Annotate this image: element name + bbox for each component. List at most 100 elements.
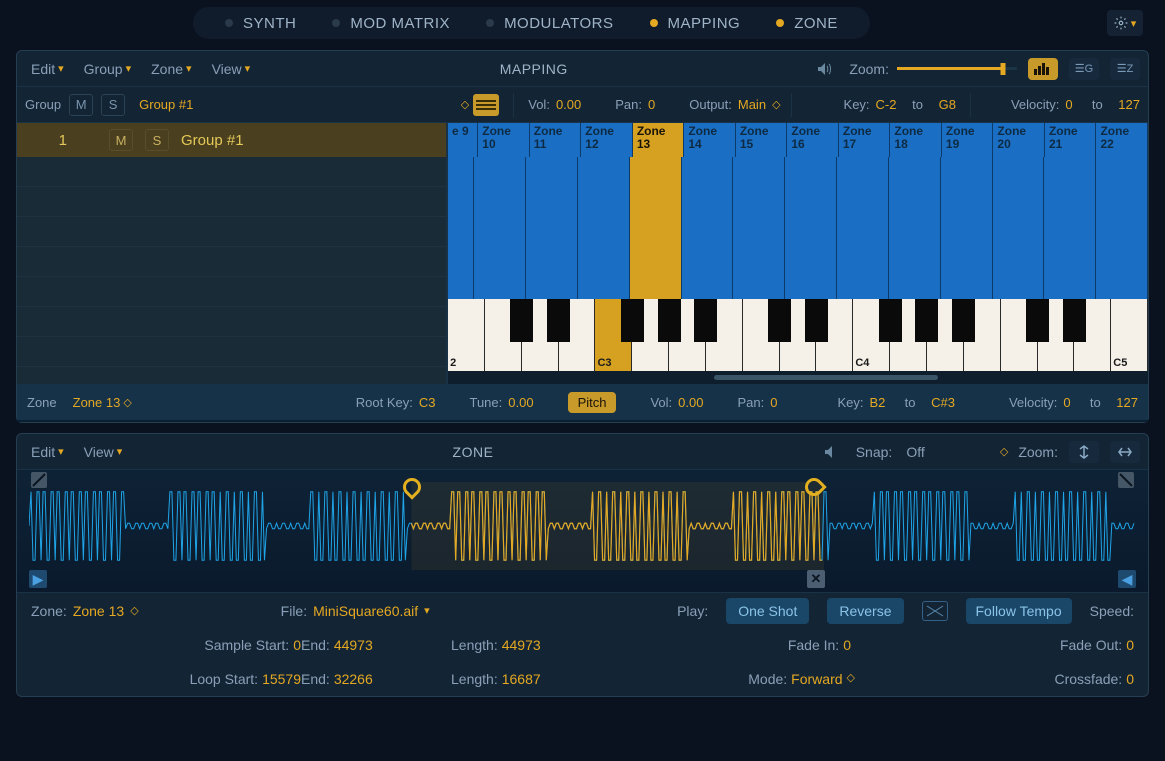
snap-value[interactable]: Off ◇ (900, 441, 1010, 463)
zone-header-9[interactable]: e 9 (448, 123, 478, 157)
keyboard[interactable]: 2C3C4C5 (448, 299, 1148, 371)
view-mode-group-list[interactable]: ☰G (1069, 58, 1099, 80)
zone-header-16[interactable]: Zone16 (787, 123, 839, 157)
group-solo-button[interactable]: S (101, 94, 125, 116)
loop-end-x-handle[interactable]: ✕ (807, 570, 825, 588)
mapping-group-menu[interactable]: Group ▾ (78, 58, 137, 80)
loop-start[interactable]: 15579 (262, 671, 301, 687)
main-tabs: SYNTH MOD MATRIX MODULATORS MAPPING ZONE (193, 7, 870, 39)
play-label: Play: (677, 603, 708, 619)
sample-start-handle[interactable]: ▶ (29, 570, 47, 588)
file-field[interactable]: File: MiniSquare60.aif ▾ (281, 603, 430, 619)
zone-header-10[interactable]: Zone10 (478, 123, 530, 157)
loop-params-row: Loop Start:15579 End: 32266 Length: 1668… (17, 662, 1148, 696)
zone-header-22[interactable]: Zone22 (1096, 123, 1148, 157)
top-bar: SYNTH MOD MATRIX MODULATORS MAPPING ZONE… (0, 0, 1165, 46)
sample-length[interactable]: 44973 (502, 637, 541, 653)
reverse-button[interactable]: Reverse (827, 598, 903, 624)
pitch-button[interactable]: Pitch (568, 392, 617, 413)
zone-param-bar: Zone Zone 13 ◇ Root Key: C3 Tune: 0.00 P… (17, 384, 1148, 422)
sample-end-handle[interactable]: ◀ (1118, 570, 1136, 588)
group-mute-button[interactable]: M (69, 94, 93, 116)
row-mute[interactable]: M (109, 129, 133, 151)
zone-pan[interactable]: Pan: 0 (737, 395, 777, 410)
row-solo[interactable]: S (145, 129, 169, 151)
zone-view-menu[interactable]: View ▾ (78, 441, 129, 463)
group-list: 1 M S Group #1 (17, 123, 446, 384)
zone-header-14[interactable]: Zone14 (684, 123, 736, 157)
zone-audition-icon[interactable] (818, 440, 848, 464)
zone-header-18[interactable]: Zone18 (890, 123, 942, 157)
zone-header-20[interactable]: Zone20 (993, 123, 1045, 157)
tab-synth[interactable]: SYNTH (207, 15, 314, 32)
zone-field[interactable]: Zone: Zone 13 ◇ (31, 603, 135, 619)
keyboard-scrollbar[interactable] (448, 371, 1148, 384)
fade-in[interactable]: 0 (843, 637, 851, 653)
mapping-view-menu[interactable]: View ▾ (206, 58, 257, 80)
list-view-toggle[interactable] (473, 94, 499, 116)
zone-header-19[interactable]: Zone19 (942, 123, 994, 157)
sample-end[interactable]: 44973 (334, 637, 373, 653)
zone-select[interactable]: Zone 13 ◇ (67, 392, 134, 413)
tune[interactable]: Tune: 0.00 (469, 395, 533, 410)
zone-header-12[interactable]: Zone12 (581, 123, 633, 157)
mapping-menubar: Edit ▾ Group ▾ Zone ▾ View ▾ MAPPING Zoo… (17, 51, 1148, 87)
group-velocity-range[interactable]: Velocity: 0 to 127 (1011, 97, 1140, 112)
fade-out[interactable]: 0 (1126, 637, 1134, 653)
zone-map[interactable]: e 9Zone10Zone11Zone12Zone13Zone14Zone15Z… (446, 123, 1148, 384)
zoom-vertical-icon[interactable] (1069, 441, 1099, 463)
one-shot-button[interactable]: One Shot (726, 598, 809, 624)
speed-label: Speed: (1090, 603, 1134, 619)
zone-header-21[interactable]: Zone21 (1045, 123, 1097, 157)
zone-edit-menu[interactable]: Edit ▾ (25, 441, 70, 463)
mapping-zoom-slider[interactable] (897, 67, 1017, 70)
group-param-bar: Group M S Group #1 ◇ Vol: 0.00 Pan: 0 Ou… (17, 87, 1148, 123)
settings-button[interactable]: ▾ (1107, 10, 1143, 36)
follow-tempo-button[interactable]: Follow Tempo (966, 598, 1072, 624)
mapping-panel: Edit ▾ Group ▾ Zone ▾ View ▾ MAPPING Zoo… (16, 50, 1149, 423)
zone-panel: Edit ▾ View ▾ ZONE Snap: Off ◇ Zoom: ▶ ✕… (16, 433, 1149, 697)
loop-length[interactable]: 16687 (502, 671, 541, 687)
waveform-display[interactable]: ▶ ✕ ◀ (17, 470, 1148, 592)
zone-vol[interactable]: Vol: 0.00 (650, 395, 703, 410)
view-mode-keymap[interactable] (1028, 58, 1058, 80)
group-key-range[interactable]: Key: C-2 to G8 (844, 97, 956, 112)
stepper-icon[interactable]: ◇ (461, 98, 465, 111)
group-vol[interactable]: Vol: 0.00 (528, 97, 581, 112)
row-group-name: Group #1 (181, 132, 244, 149)
group-row-1[interactable]: 1 M S Group #1 (17, 123, 446, 157)
zone-menubar: Edit ▾ View ▾ ZONE Snap: Off ◇ Zoom: (17, 434, 1148, 470)
zone-detail-row: Zone: Zone 13 ◇ File: MiniSquare60.aif ▾… (17, 592, 1148, 628)
tab-modulators[interactable]: MODULATORS (468, 15, 631, 32)
mapping-title: MAPPING (264, 61, 803, 77)
audition-icon[interactable] (811, 57, 841, 81)
snap-label: Snap: (856, 444, 893, 460)
root-key[interactable]: Root Key: C3 (356, 395, 436, 410)
tab-mod-matrix[interactable]: MOD MATRIX (314, 15, 468, 32)
mapping-zone-menu[interactable]: Zone ▾ (145, 58, 197, 80)
zoom-label: Zoom: (849, 61, 889, 77)
zone-header-17[interactable]: Zone17 (839, 123, 891, 157)
zone-zoom-label: Zoom: (1018, 444, 1058, 460)
zone-header-15[interactable]: Zone15 (736, 123, 788, 157)
zone-key-range[interactable]: Key: B2 to C#3 (837, 395, 954, 410)
sample-start[interactable]: 0 (293, 637, 301, 653)
group-pan[interactable]: Pan: 0 (615, 97, 655, 112)
sample-params-row: Sample Start:0 End: 44973 Length: 44973 … (17, 628, 1148, 662)
mapping-body: 1 M S Group #1 e 9Zone10Zone11Zone12Zone… (17, 123, 1148, 384)
flex-icon[interactable] (922, 601, 948, 621)
loop-end[interactable]: 32266 (334, 671, 373, 687)
zone-header-13[interactable]: Zone13 (633, 123, 685, 157)
crossfade[interactable]: 0 (1126, 671, 1134, 687)
tab-mapping[interactable]: MAPPING (632, 15, 759, 32)
zone-vel-range[interactable]: Velocity: 0 to 127 (1009, 395, 1138, 410)
view-mode-zone-list[interactable]: ☰Z (1110, 58, 1140, 80)
group-output[interactable]: Output: Main ◇ (689, 97, 776, 112)
zone-title: ZONE (136, 444, 809, 460)
loop-mode[interactable]: Forward (791, 671, 842, 687)
mapping-edit-menu[interactable]: Edit ▾ (25, 58, 70, 80)
group-name-dropdown[interactable]: Group #1 (133, 94, 199, 115)
tab-zone[interactable]: ZONE (758, 15, 856, 32)
zone-header-11[interactable]: Zone11 (530, 123, 582, 157)
zoom-fit-icon[interactable] (1110, 441, 1140, 463)
